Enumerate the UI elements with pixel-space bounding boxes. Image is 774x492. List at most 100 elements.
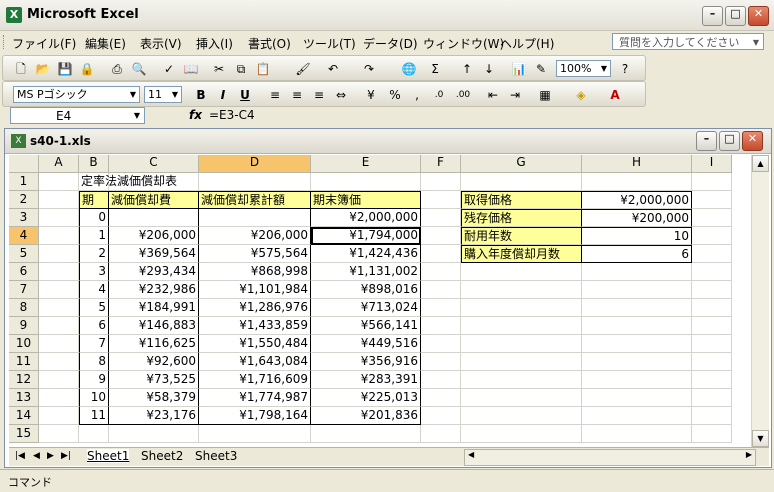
percent-icon[interactable]: % bbox=[387, 87, 403, 103]
empty-cell[interactable] bbox=[692, 335, 732, 353]
empty-cell[interactable] bbox=[582, 335, 692, 353]
cumulative-cell[interactable]: ¥1,286,976 bbox=[199, 299, 311, 317]
column-header[interactable]: C bbox=[109, 155, 199, 173]
spelling-icon[interactable]: ✓ bbox=[161, 61, 177, 77]
empty-cell[interactable] bbox=[692, 407, 732, 425]
empty-cell[interactable] bbox=[692, 209, 732, 227]
new-file-icon[interactable]: 🗋 bbox=[13, 61, 29, 77]
book-value-cell[interactable]: ¥1,424,436 bbox=[311, 245, 421, 263]
book-value-cell[interactable]: ¥449,516 bbox=[311, 335, 421, 353]
cumulative-cell[interactable]: ¥1,550,484 bbox=[199, 335, 311, 353]
period-cell[interactable]: 0 bbox=[79, 209, 109, 227]
depreciation-cell[interactable]: ¥73,525 bbox=[109, 371, 199, 389]
period-cell[interactable]: 2 bbox=[79, 245, 109, 263]
cumulative-cell[interactable]: ¥1,716,609 bbox=[199, 371, 311, 389]
increase-decimal-icon[interactable]: .0 bbox=[431, 87, 447, 103]
minimize-icon[interactable]: – bbox=[702, 6, 723, 26]
scroll-left-icon[interactable]: ◀ bbox=[468, 450, 474, 459]
empty-cell[interactable] bbox=[421, 335, 461, 353]
row-header[interactable]: 13 bbox=[9, 389, 39, 407]
autosum-icon[interactable]: Σ bbox=[427, 61, 443, 77]
font-color-icon[interactable]: A bbox=[607, 87, 623, 103]
row-header[interactable]: 6 bbox=[9, 263, 39, 281]
depreciation-cell[interactable]: ¥92,600 bbox=[109, 353, 199, 371]
empty-cell[interactable] bbox=[582, 371, 692, 389]
empty-cell[interactable] bbox=[421, 371, 461, 389]
cumulative-cell[interactable]: ¥1,798,164 bbox=[199, 407, 311, 425]
format-painter-icon[interactable]: 🖌 bbox=[295, 61, 311, 77]
menu-insert[interactable]: 挿入(I) bbox=[196, 35, 233, 52]
empty-cell[interactable] bbox=[692, 173, 732, 191]
book-value-cell[interactable]: ¥566,141 bbox=[311, 317, 421, 335]
cut-icon[interactable]: ✂ bbox=[211, 61, 227, 77]
empty-cell[interactable] bbox=[421, 191, 461, 209]
empty-cell[interactable] bbox=[582, 389, 692, 407]
empty-cell[interactable] bbox=[421, 389, 461, 407]
vertical-scrollbar[interactable]: ▲ ▼ bbox=[751, 155, 769, 447]
depreciation-cell[interactable]: ¥23,176 bbox=[109, 407, 199, 425]
menu-window[interactable]: ウィンドウ(W) bbox=[423, 35, 504, 52]
period-cell[interactable]: 8 bbox=[79, 353, 109, 371]
empty-cell[interactable] bbox=[109, 425, 199, 443]
row-header[interactable]: 9 bbox=[9, 317, 39, 335]
empty-cell[interactable] bbox=[421, 263, 461, 281]
merge-center-icon[interactable]: ⇔ bbox=[333, 87, 349, 103]
empty-cell[interactable] bbox=[39, 173, 79, 191]
empty-cell[interactable] bbox=[692, 353, 732, 371]
first-sheet-icon[interactable]: |◀ bbox=[15, 451, 25, 461]
empty-cell[interactable] bbox=[461, 335, 582, 353]
book-value-cell[interactable]: ¥283,391 bbox=[311, 371, 421, 389]
empty-cell[interactable] bbox=[421, 317, 461, 335]
empty-cell[interactable] bbox=[692, 281, 732, 299]
period-cell[interactable]: 11 bbox=[79, 407, 109, 425]
param-label[interactable]: 残存価格 bbox=[461, 209, 582, 227]
header-book-value[interactable]: 期末簿価 bbox=[311, 191, 421, 209]
next-sheet-icon[interactable]: ▶ bbox=[47, 451, 54, 461]
maximize-icon[interactable]: □ bbox=[725, 6, 746, 26]
depreciation-cell[interactable]: ¥146,883 bbox=[109, 317, 199, 335]
row-header[interactable]: 8 bbox=[9, 299, 39, 317]
copy-icon[interactable]: ⧉ bbox=[233, 61, 249, 77]
empty-cell[interactable] bbox=[39, 335, 79, 353]
column-header[interactable]: H bbox=[582, 155, 692, 173]
underline-icon[interactable]: U bbox=[237, 87, 253, 103]
help-question-box[interactable]: 質問を入力してください ▼ bbox=[612, 33, 764, 50]
depreciation-cell[interactable]: ¥206,000 bbox=[109, 227, 199, 245]
param-label[interactable]: 耐用年数 bbox=[461, 227, 582, 245]
empty-cell[interactable] bbox=[461, 281, 582, 299]
empty-cell[interactable] bbox=[39, 353, 79, 371]
book-value-cell[interactable]: ¥201,836 bbox=[311, 407, 421, 425]
empty-cell[interactable] bbox=[692, 245, 732, 263]
paste-icon[interactable]: 📋 bbox=[255, 61, 271, 77]
function-icon[interactable]: fx bbox=[189, 108, 202, 122]
close-icon[interactable]: ✕ bbox=[748, 6, 769, 26]
row-header[interactable]: 10 bbox=[9, 335, 39, 353]
empty-cell[interactable] bbox=[692, 227, 732, 245]
menu-format[interactable]: 書式(O) bbox=[248, 35, 291, 52]
period-cell[interactable]: 6 bbox=[79, 317, 109, 335]
row-header[interactable]: 7 bbox=[9, 281, 39, 299]
permission-icon[interactable]: 🔒 bbox=[79, 61, 95, 77]
print-icon[interactable]: ⎙ bbox=[109, 61, 125, 77]
empty-cell[interactable] bbox=[582, 317, 692, 335]
param-value[interactable]: ¥2,000,000 bbox=[582, 191, 692, 209]
empty-cell[interactable] bbox=[39, 371, 79, 389]
empty-cell[interactable] bbox=[199, 425, 311, 443]
font-select[interactable]: MS Pゴシック ▼ bbox=[13, 86, 140, 103]
help-icon[interactable]: ? bbox=[617, 61, 633, 77]
empty-cell[interactable] bbox=[692, 317, 732, 335]
column-header[interactable]: F bbox=[421, 155, 461, 173]
empty-cell[interactable] bbox=[39, 281, 79, 299]
comma-icon[interactable]: , bbox=[409, 87, 425, 103]
scroll-up-icon[interactable]: ▲ bbox=[752, 155, 769, 172]
column-header[interactable]: E bbox=[311, 155, 421, 173]
book-value-cell[interactable]: ¥356,916 bbox=[311, 353, 421, 371]
row-header[interactable]: 2 bbox=[9, 191, 39, 209]
column-header[interactable]: D bbox=[199, 155, 311, 173]
workbook-minimize-icon[interactable]: – bbox=[696, 131, 717, 151]
menu-tools[interactable]: ツール(T) bbox=[303, 35, 356, 52]
align-right-icon[interactable]: ≡ bbox=[311, 87, 327, 103]
param-value[interactable]: 10 bbox=[582, 227, 692, 245]
prev-sheet-icon[interactable]: ◀ bbox=[33, 451, 40, 461]
workbook-close-icon[interactable]: ✕ bbox=[742, 131, 763, 151]
